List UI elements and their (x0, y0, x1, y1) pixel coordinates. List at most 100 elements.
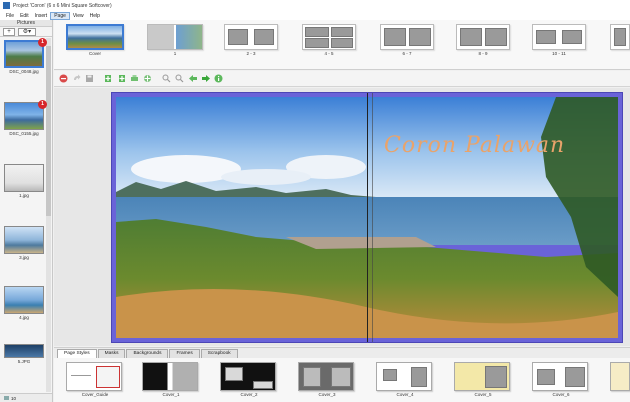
style-cover-next[interactable] (610, 362, 630, 392)
style-preview (376, 362, 432, 391)
editor-toolbar (54, 71, 630, 87)
back-arrow-icon[interactable] (187, 73, 198, 84)
page-spread-preview (610, 24, 630, 50)
page-spread-preview (147, 24, 203, 50)
page-caption: 4 - 5 (324, 51, 334, 56)
style-cover-1[interactable]: Cover_1 (142, 362, 200, 397)
tab-page-styles[interactable]: Page Styles (57, 349, 97, 358)
title-bar: Project 'Coron' (6 x 6 Mini Square Softc… (0, 0, 630, 11)
photo-caption: 3.jpg (19, 255, 29, 260)
photo-item[interactable]: 1.jpg (4, 164, 44, 198)
pictures-panel: Pictures + ⚙▾ 1 DSC_0048.jpg 1 DSC_0155.… (0, 20, 53, 402)
pictures-scrollbar[interactable] (46, 38, 51, 392)
page-thumb-4-5[interactable]: 4 - 5 (302, 24, 356, 58)
page-thumb-next[interactable] (610, 24, 630, 58)
photo-item[interactable]: 5.JPG (4, 344, 44, 364)
menu-bar: File Edit Insert Page View Help (0, 11, 630, 20)
style-cover-6[interactable]: Cover_6 (532, 362, 590, 397)
page-styles-strip: Cover_Guide Cover_1 Cover_2 Cover_3 Cove… (54, 358, 630, 402)
menu-file[interactable]: File (3, 13, 17, 19)
tab-masks[interactable]: Masks (97, 349, 126, 358)
style-cover-4[interactable]: Cover_4 (376, 362, 434, 397)
page-spread-preview (224, 24, 278, 50)
photo-item[interactable]: 4.jpg (4, 286, 44, 320)
zoom-out-icon[interactable] (174, 73, 185, 84)
page-caption: Cover (88, 51, 101, 56)
style-preview (532, 362, 588, 391)
forward-arrow-icon[interactable] (200, 73, 211, 84)
style-caption: Cover_3 (318, 392, 336, 397)
page-spread-preview (456, 24, 510, 50)
page-caption: 8 - 9 (478, 51, 488, 56)
style-preview (454, 362, 510, 391)
cover-title-text[interactable]: Coron Palawan (384, 133, 565, 158)
menu-help[interactable]: Help (87, 13, 103, 19)
pictures-toolbar: + ⚙▾ (0, 27, 52, 37)
pictures-header: Pictures (0, 20, 52, 27)
style-cover-3[interactable]: Cover_3 (298, 362, 356, 397)
pictures-footer: 10 (0, 393, 52, 402)
photo-caption: 4.jpg (19, 315, 29, 320)
page-thumb-1[interactable]: 1 (147, 24, 203, 58)
delete-icon[interactable] (58, 73, 69, 84)
picture-settings-button[interactable]: ⚙▾ (18, 27, 36, 36)
save-icon[interactable] (84, 73, 95, 84)
redo-icon[interactable] (71, 73, 82, 84)
photo-item[interactable]: 1 DSC_0048.jpg (4, 38, 47, 74)
style-cover-2[interactable]: Cover_2 (220, 362, 278, 397)
page-spread-preview (380, 24, 434, 50)
cloud (221, 169, 311, 185)
photo-thumbnail (4, 164, 44, 192)
photo-thumbnail (4, 344, 44, 358)
menu-page[interactable]: Page (50, 11, 70, 20)
picture-count: 10 (11, 395, 17, 401)
page-thumb-cover[interactable]: Cover (66, 24, 124, 58)
pictures-scrollbar-thumb[interactable] (46, 46, 51, 216)
photo-thumbnail (4, 226, 44, 254)
window-title: Project 'Coron' (6 x 6 Mini Square Softc… (13, 2, 112, 9)
usage-count-badge: 1 (38, 100, 47, 109)
style-caption: Cover_4 (396, 392, 414, 397)
spine-guide (372, 93, 373, 342)
page-thumb-8-9[interactable]: 8 - 9 (456, 24, 510, 58)
usage-count-badge: 1 (38, 38, 47, 47)
zoom-in-icon[interactable] (161, 73, 172, 84)
page-thumb-10-11[interactable]: 10 - 11 (532, 24, 586, 58)
page-caption: 10 - 11 (552, 51, 566, 56)
style-preview (142, 362, 198, 391)
info-icon[interactable] (213, 73, 224, 84)
work-area: Coron Palawan (54, 88, 630, 346)
picture-count-icon (4, 396, 9, 400)
menu-edit[interactable]: Edit (17, 13, 32, 19)
page-thumb-6-7[interactable]: 6 - 7 (380, 24, 434, 58)
add-page-icon[interactable] (103, 73, 114, 84)
page-spread-preview (302, 24, 356, 50)
cover-spread[interactable]: Coron Palawan (111, 92, 623, 343)
menu-view[interactable]: View (70, 13, 87, 19)
menu-insert[interactable]: Insert (32, 13, 51, 19)
tab-scrapbook[interactable]: Scrapbook (200, 349, 238, 358)
page-caption: 1 (173, 51, 177, 56)
print-icon[interactable] (129, 73, 140, 84)
style-preview (220, 362, 276, 391)
style-caption: Cover_1 (162, 392, 180, 397)
add-picture-button[interactable]: + (3, 27, 15, 36)
page-thumb-2-3[interactable]: 2 - 3 (224, 24, 278, 58)
tab-backgrounds[interactable]: Backgrounds (126, 349, 169, 358)
style-cover-5[interactable]: Cover_5 (454, 362, 512, 397)
style-preview (610, 362, 630, 391)
style-preview (66, 362, 122, 391)
app-icon (3, 2, 10, 9)
page-spread-preview (66, 24, 124, 50)
photo-item[interactable]: 3.jpg (4, 226, 44, 260)
pan-icon[interactable] (142, 73, 153, 84)
page-caption: 6 - 7 (402, 51, 412, 56)
add-page-after-icon[interactable] (116, 73, 127, 84)
page-caption: 2 - 3 (246, 51, 256, 56)
tab-frames[interactable]: Frames (169, 349, 200, 358)
photo-caption: 1.jpg (19, 193, 29, 198)
style-caption: Cover_6 (552, 392, 570, 397)
photo-item[interactable]: 1 DSC_0155.jpg (4, 100, 47, 136)
style-cover-guide[interactable]: Cover_Guide (66, 362, 124, 397)
style-preview (298, 362, 354, 391)
